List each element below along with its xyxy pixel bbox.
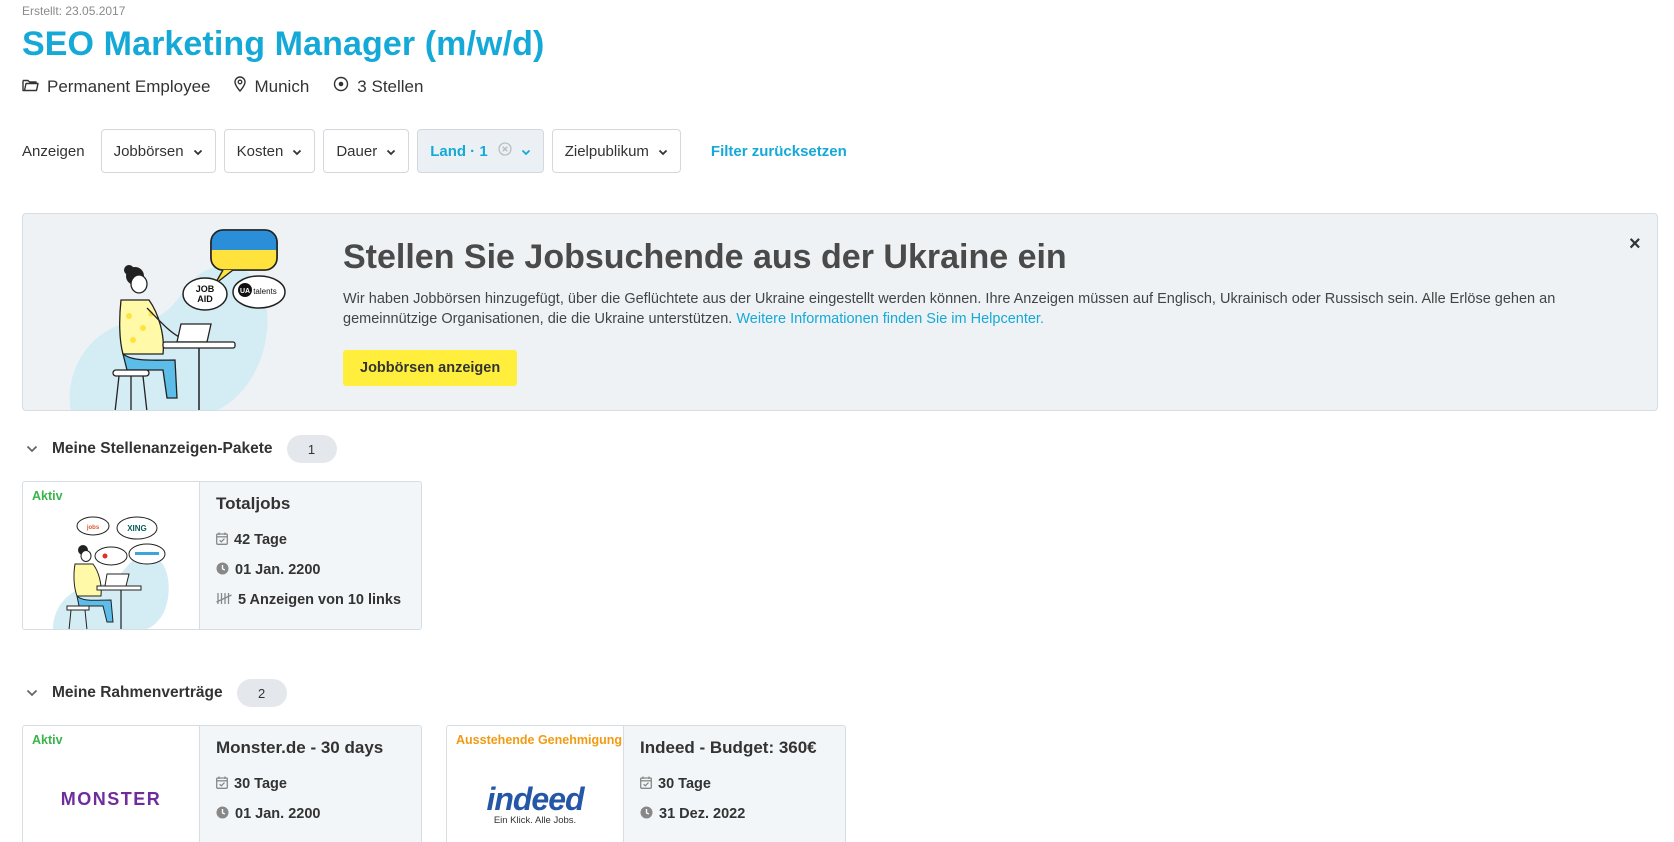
chevron-down-icon bbox=[521, 143, 531, 160]
folder-icon bbox=[22, 77, 47, 97]
duration-row: 30 Tage bbox=[216, 774, 405, 794]
date-value: 01 Jan. 2200 bbox=[235, 806, 321, 822]
close-icon[interactable]: × bbox=[1629, 234, 1641, 254]
target-icon bbox=[333, 76, 357, 97]
filter-duration-label: Dauer bbox=[336, 142, 378, 160]
jobboards-illustration: jobs XING bbox=[53, 516, 169, 629]
filter-duration[interactable]: Dauer bbox=[323, 129, 410, 173]
package-card-totaljobs[interactable]: Aktiv jobs XING Totaljobs 42 Tage 01 Jan… bbox=[22, 481, 422, 630]
chevron-down-icon bbox=[386, 143, 396, 160]
filter-costs-label: Kosten bbox=[236, 142, 284, 160]
date-row: 01 Jan. 2200 bbox=[216, 804, 405, 824]
card-title: Monster.de - 30 days bbox=[216, 738, 384, 757]
employment-type: Permanent Employee bbox=[22, 77, 210, 97]
jobaid-logo-line1: JOB bbox=[196, 284, 215, 294]
positions: 3 Stellen bbox=[333, 76, 423, 97]
ua-logo-mark: UA bbox=[240, 288, 250, 295]
filter-jobboards-label: Jobbörsen bbox=[113, 142, 184, 160]
ukraine-banner: JOB AID UA talents Stellen Sie Jobsuchen… bbox=[22, 213, 1658, 411]
job-meta: Permanent Employee Munich 3 Stellen bbox=[22, 76, 447, 97]
date-value: 01 Jan. 2200 bbox=[235, 562, 321, 578]
ukraine-illustration: JOB AID UA talents bbox=[63, 228, 303, 410]
card-title: Indeed - Budget: 360€ bbox=[640, 738, 817, 757]
calendar-check-icon bbox=[216, 532, 234, 549]
filter-jobboards[interactable]: Jobbörsen bbox=[100, 129, 216, 173]
chevron-down-icon bbox=[658, 143, 668, 160]
clock-icon bbox=[216, 806, 235, 823]
filter-country-label: Land · 1 bbox=[430, 142, 488, 160]
show-jobboards-button[interactable]: Jobbörsen anzeigen bbox=[343, 350, 518, 386]
contract-card-indeed[interactable]: Ausstehende Genehmigung indeed Ein Klick… bbox=[446, 725, 846, 842]
clock-icon bbox=[640, 806, 659, 823]
positions-label: 3 Stellen bbox=[357, 76, 424, 96]
banner-text: Wir haben Jobbörsen hinzugefügt, über di… bbox=[343, 289, 1613, 329]
calendar-check-icon bbox=[216, 776, 234, 793]
packages-count-badge: 1 bbox=[286, 435, 337, 463]
location: Munich bbox=[234, 76, 309, 97]
contract-card-monster[interactable]: Aktiv MONSTER Monster.de - 30 days 30 Ta… bbox=[22, 725, 422, 842]
contracts-title: Meine Rahmenverträge bbox=[52, 684, 223, 701]
quota-value: 5 Anzeigen von 10 links bbox=[238, 592, 402, 608]
filter-audience[interactable]: Zielpublikum bbox=[551, 129, 681, 173]
date-value: 31 Dez. 2022 bbox=[659, 806, 746, 822]
card-body: Indeed - Budget: 360€ 30 Tage 31 Dez. 20… bbox=[624, 726, 845, 842]
collapse-chevron-icon[interactable] bbox=[22, 439, 42, 459]
created-date: Erstellt: 23.05.2017 bbox=[22, 4, 126, 18]
contracts-section-header: Meine Rahmenverträge 2 bbox=[22, 679, 287, 707]
duration-row: 30 Tage bbox=[640, 774, 829, 794]
quota-row: 5 Anzeigen von 10 links bbox=[216, 590, 405, 610]
card-logo: Aktiv MONSTER bbox=[23, 726, 200, 842]
duration-value: 30 Tage bbox=[234, 776, 287, 792]
card-body: Monster.de - 30 days 30 Tage 01 Jan. 220… bbox=[200, 726, 421, 842]
indeed-logo-text: indeed bbox=[486, 780, 584, 817]
xing-logo-text: XING bbox=[127, 524, 147, 533]
filters-label: Anzeigen bbox=[22, 142, 85, 160]
employment-type-label: Permanent Employee bbox=[47, 76, 211, 96]
monster-logo-text: MONSTER bbox=[60, 789, 162, 809]
tally-icon bbox=[216, 592, 238, 609]
card-logo: Ausstehende Genehmigung indeed Ein Klick… bbox=[447, 726, 624, 842]
filter-bar: Anzeigen Jobbörsen Kosten Dauer Land · 1… bbox=[22, 129, 847, 173]
reset-filters-link[interactable]: Filter zurücksetzen bbox=[711, 143, 847, 160]
clock-icon bbox=[216, 562, 235, 579]
location-label: Munich bbox=[254, 76, 310, 96]
status-badge: Aktiv bbox=[32, 489, 63, 503]
indeed-tagline: Ein Klick. Alle Jobs. bbox=[493, 814, 577, 826]
filter-costs[interactable]: Kosten bbox=[223, 129, 316, 173]
duration-value: 42 Tage bbox=[234, 532, 287, 548]
contracts-count-badge: 2 bbox=[236, 679, 287, 707]
clear-filter-icon[interactable] bbox=[498, 142, 512, 160]
duration-value: 30 Tage bbox=[658, 776, 711, 792]
filter-country[interactable]: Land · 1 bbox=[417, 129, 544, 173]
jobboard-logo-text: jobs bbox=[86, 525, 100, 531]
card-title: Totaljobs bbox=[216, 494, 291, 513]
packages-section-header: Meine Stellenanzeigen-Pakete 1 bbox=[22, 435, 337, 463]
calendar-check-icon bbox=[640, 776, 658, 793]
card-logo: Aktiv jobs XING bbox=[23, 482, 200, 629]
packages-title: Meine Stellenanzeigen-Pakete bbox=[52, 440, 273, 457]
page-title: SEO Marketing Manager (m/w/d) bbox=[22, 25, 545, 63]
chevron-down-icon bbox=[292, 143, 302, 160]
collapse-chevron-icon[interactable] bbox=[22, 683, 42, 703]
jobaid-logo-line2: AID bbox=[197, 294, 213, 304]
indeed-logo: indeed Ein Klick. Alle Jobs. bbox=[447, 726, 623, 842]
filter-audience-label: Zielpublikum bbox=[564, 142, 649, 160]
card-body: Totaljobs 42 Tage 01 Jan. 2200 5 Anzeige… bbox=[200, 482, 421, 629]
banner-title: Stellen Sie Jobsuchende aus der Ukraine … bbox=[343, 238, 1067, 276]
talents-logo-text: talents bbox=[253, 287, 277, 296]
chevron-down-icon bbox=[193, 143, 203, 160]
date-row: 31 Dez. 2022 bbox=[640, 804, 829, 824]
duration-row: 42 Tage bbox=[216, 530, 405, 550]
date-row: 01 Jan. 2200 bbox=[216, 560, 405, 580]
helpcenter-link[interactable]: Weitere Informationen finden Sie im Help… bbox=[736, 311, 1044, 327]
map-pin-icon bbox=[234, 76, 254, 97]
monster-logo: MONSTER bbox=[23, 726, 199, 842]
